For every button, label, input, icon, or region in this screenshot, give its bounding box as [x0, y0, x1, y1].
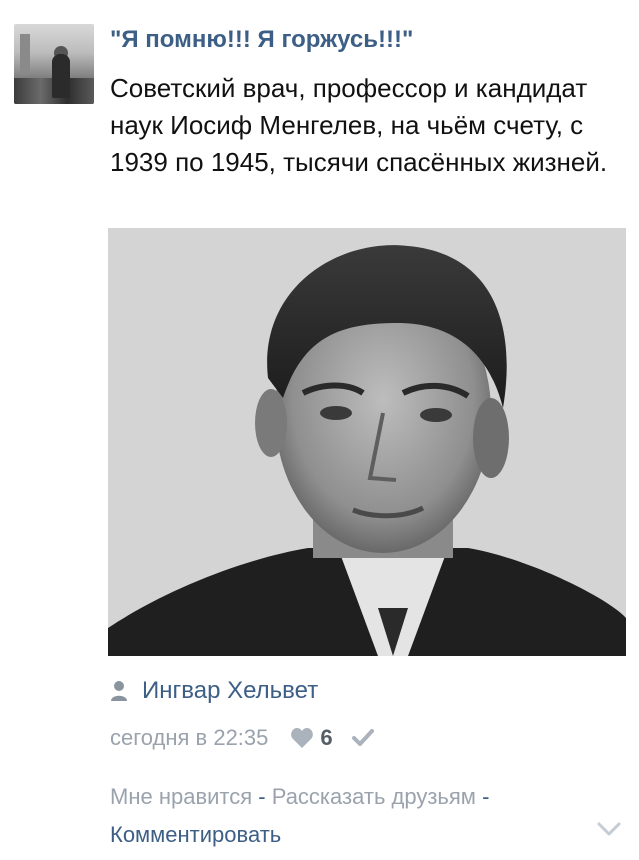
comment-action-link[interactable]: Комментировать	[110, 822, 281, 847]
like-count: 6	[320, 725, 333, 750]
check-icon[interactable]	[351, 728, 375, 748]
share-action-link[interactable]: Рассказать друзьям	[272, 784, 476, 809]
post-actions: Мне нравится - Рассказать друзьям - Комм…	[110, 778, 610, 854]
post-text: Советский врач, профессор и кандидат нау…	[110, 73, 608, 177]
group-name-link[interactable]: "Я помню!!! Я горжусь!!!"	[110, 26, 413, 54]
post-card: "Я помню!!! Я горжусь!!!" Советский врач…	[0, 0, 639, 860]
action-separator: -	[258, 784, 272, 809]
author-row[interactable]: Ингвар Хельвет	[110, 676, 318, 706]
chevron-down-icon[interactable]	[596, 820, 622, 838]
post-meta: сегодня в 22:35 6	[110, 725, 375, 751]
post-photo[interactable]	[108, 228, 626, 656]
like-action-link[interactable]: Мне нравится	[110, 784, 252, 809]
heart-icon	[291, 728, 314, 748]
like-counter[interactable]: 6	[290, 725, 333, 751]
group-avatar[interactable]	[14, 24, 94, 104]
post-timestamp: сегодня в 22:35	[110, 725, 269, 750]
person-icon	[111, 681, 127, 701]
action-separator: -	[482, 784, 490, 809]
author-name-link[interactable]: Ингвар Хельвет	[142, 677, 318, 705]
